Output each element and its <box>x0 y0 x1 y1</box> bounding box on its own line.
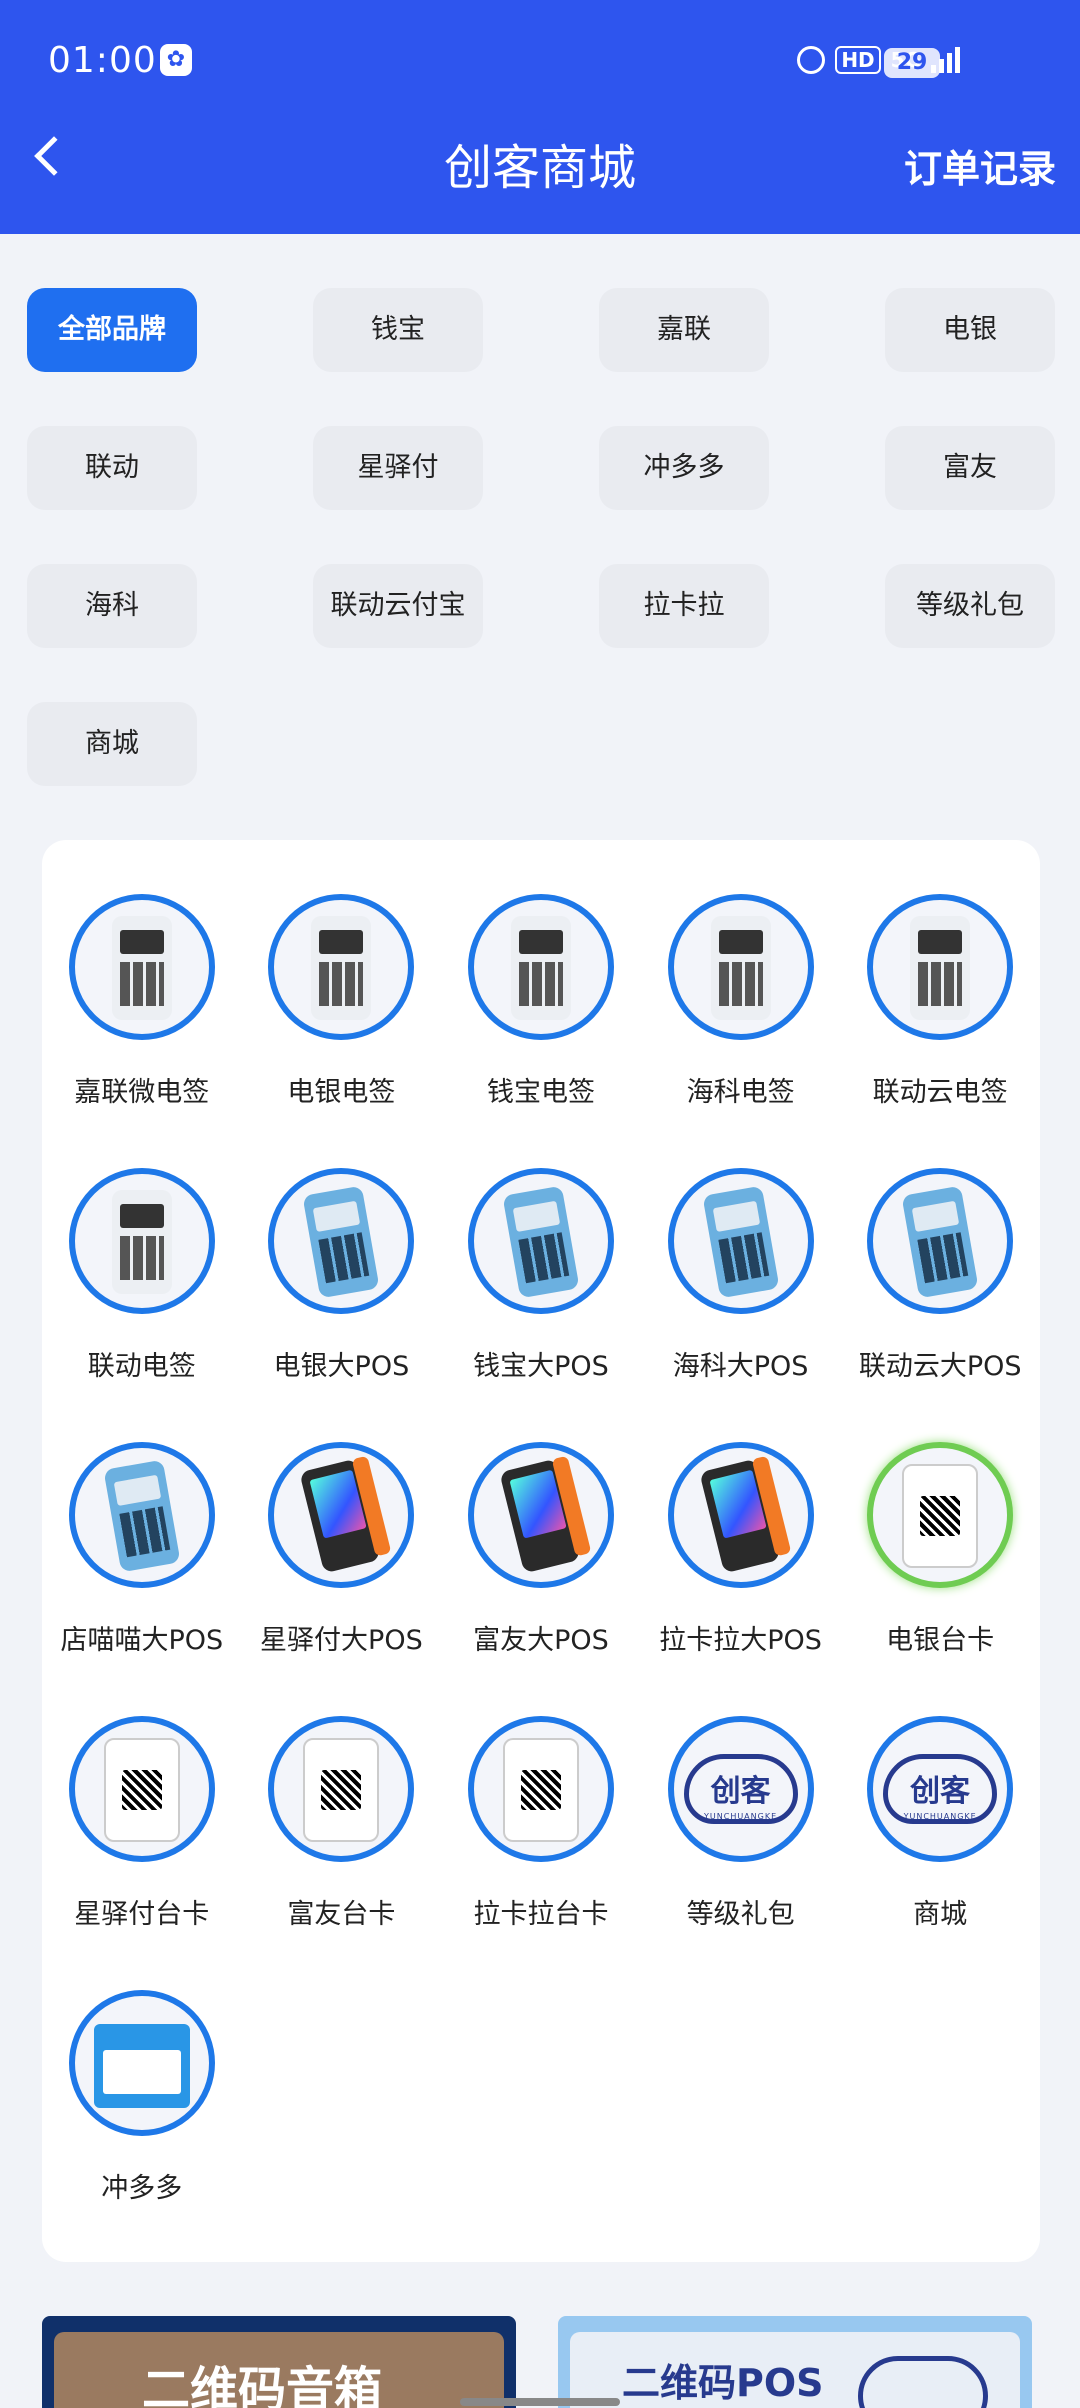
product-item[interactable]: 海科大POS <box>641 1168 841 1418</box>
order-records-link[interactable]: 订单记录 <box>904 138 1056 193</box>
card-reader-image <box>68 1168 215 1314</box>
chuangke-logo-icon: 创客 YUNCHUANGKE <box>667 1716 814 1862</box>
product-item[interactable]: 拉卡拉大POS <box>641 1442 841 1692</box>
card-reader-image <box>667 894 814 1040</box>
cloud-logo-icon <box>858 2356 988 2408</box>
card-reader-image <box>867 894 1014 1040</box>
product-item[interactable]: 钱宝电签 <box>441 894 641 1144</box>
baidu-paw-icon: ✿ <box>160 44 192 76</box>
alarm-icon <box>797 46 826 74</box>
product-grid: 嘉联微电签 电银电签 钱宝电签 海科电签 联动云电签 联动电签 电银大POS 钱… <box>42 894 1040 2240</box>
product-item[interactable]: 电银台卡 <box>840 1442 1040 1692</box>
product-item[interactable]: 星驿付台卡 <box>42 1716 242 1966</box>
brand-chip[interactable]: 海科 <box>27 564 197 648</box>
product-item[interactable]: 创客 YUNCHUANGKE 商城 <box>840 1716 1040 1966</box>
banner-title: 二维码POS <box>622 2361 824 2405</box>
brand-chip[interactable]: 等级礼包 <box>885 564 1055 648</box>
product-item[interactable]: 钱宝大POS <box>441 1168 641 1418</box>
product-label: 等级礼包 <box>686 1899 795 1930</box>
brand-chip[interactable]: 商城 <box>27 702 197 786</box>
pos-terminal-image <box>268 1168 415 1314</box>
product-label: 星驿付台卡 <box>74 1899 210 1930</box>
product-item[interactable]: 拉卡拉台卡 <box>441 1716 641 1966</box>
banner-qr-pos[interactable]: 二维码POS <box>558 2316 1032 2408</box>
product-label: 联动云电签 <box>872 1077 1008 1108</box>
card-reader-image <box>467 894 614 1040</box>
banner-qr-speaker[interactable]: 二维码音箱 <box>42 2316 516 2408</box>
card-reader-image <box>268 894 415 1040</box>
qr-stand-image <box>867 1442 1014 1588</box>
product-item[interactable]: 海科电签 <box>641 894 841 1144</box>
product-item[interactable]: 富友大POS <box>441 1442 641 1692</box>
qr-speaker-box-image <box>68 1990 215 2136</box>
product-label: 电银电签 <box>287 1077 396 1108</box>
product-item[interactable]: 联动电签 <box>42 1168 242 1418</box>
smart-pos-image <box>467 1442 614 1588</box>
product-card: 嘉联微电签 电银电签 钱宝电签 海科电签 联动云电签 联动电签 电银大POS 钱… <box>42 840 1040 2262</box>
product-item[interactable]: 联动云电签 <box>840 894 1040 1144</box>
product-label: 钱宝电签 <box>486 1077 595 1108</box>
product-label: 电银台卡 <box>886 1625 995 1656</box>
brand-chip[interactable]: 富友 <box>885 426 1055 510</box>
brand-chip[interactable]: 星驿付 <box>313 426 483 510</box>
product-item[interactable]: 创客 YUNCHUANGKE 等级礼包 <box>641 1716 841 1966</box>
qr-stand-image <box>467 1716 614 1862</box>
pos-terminal-image <box>667 1168 814 1314</box>
product-label: 星驿付大POS <box>260 1625 423 1656</box>
qr-stand-image <box>68 1716 215 1862</box>
product-label: 富友大POS <box>473 1625 609 1656</box>
app-header: 01:00 ✿ HD 5G 29 创客商城 订单记录 <box>0 0 1080 234</box>
product-label: 海科大POS <box>672 1351 809 1382</box>
product-label: 店喵喵大POS <box>60 1625 224 1656</box>
product-label: 嘉联微电签 <box>74 1077 210 1108</box>
product-item[interactable]: 嘉联微电签 <box>42 894 242 1144</box>
product-item[interactable]: 冲多多 <box>42 1990 242 2240</box>
qr-stand-image <box>268 1716 415 1862</box>
pos-terminal-image <box>867 1168 1014 1314</box>
product-label: 联动电签 <box>87 1351 196 1382</box>
product-label: 冲多多 <box>101 2173 183 2204</box>
status-time: 01:00 <box>48 40 157 81</box>
pos-terminal-image <box>467 1168 614 1314</box>
card-reader-image <box>68 894 215 1040</box>
logo-subtext: YUNCHUANGKE <box>903 1812 977 1821</box>
product-item[interactable]: 电银电签 <box>242 894 442 1144</box>
battery-icon: 29 <box>884 48 940 78</box>
product-label: 拉卡拉台卡 <box>473 1899 609 1930</box>
smart-pos-image <box>667 1442 814 1588</box>
product-label: 商城 <box>913 1899 968 1930</box>
brand-chip[interactable]: 嘉联 <box>599 288 769 372</box>
chuangke-logo-icon: 创客 YUNCHUANGKE <box>867 1716 1014 1862</box>
product-item[interactable]: 店喵喵大POS <box>42 1442 242 1692</box>
product-label: 富友台卡 <box>287 1899 396 1930</box>
product-item[interactable]: 电银大POS <box>242 1168 442 1418</box>
product-item[interactable]: 星驿付大POS <box>242 1442 442 1692</box>
brand-chip[interactable]: 钱宝 <box>313 288 483 372</box>
product-label: 拉卡拉大POS <box>659 1625 822 1656</box>
home-indicator[interactable] <box>460 2398 620 2406</box>
banner-title: 二维码音箱 <box>142 2362 383 2408</box>
product-label: 电银大POS <box>273 1351 410 1382</box>
logo-text: 创客 <box>910 1774 971 1809</box>
logo-text: 创客 <box>710 1774 771 1809</box>
product-label: 钱宝大POS <box>473 1351 609 1382</box>
hd-icon: HD <box>835 46 881 74</box>
brand-filter: 全部品牌 钱宝 嘉联 电银 联动 星驿付 冲多多 富友 海科 联动云付宝 拉卡拉… <box>27 288 1057 786</box>
brand-chip[interactable]: 拉卡拉 <box>599 564 769 648</box>
product-label: 联动云大POS <box>858 1351 1022 1382</box>
logo-subtext: YUNCHUANGKE <box>704 1812 778 1821</box>
product-item[interactable]: 联动云大POS <box>840 1168 1040 1418</box>
brand-chip-all[interactable]: 全部品牌 <box>27 288 197 372</box>
brand-chip[interactable]: 冲多多 <box>599 426 769 510</box>
product-item[interactable]: 富友台卡 <box>242 1716 442 1966</box>
product-label: 海科电签 <box>686 1077 795 1108</box>
brand-chip[interactable]: 联动 <box>27 426 197 510</box>
smart-pos-image <box>268 1442 415 1588</box>
brand-chip[interactable]: 电银 <box>885 288 1055 372</box>
pos-terminal-image <box>68 1442 215 1588</box>
brand-chip[interactable]: 联动云付宝 <box>313 564 483 648</box>
